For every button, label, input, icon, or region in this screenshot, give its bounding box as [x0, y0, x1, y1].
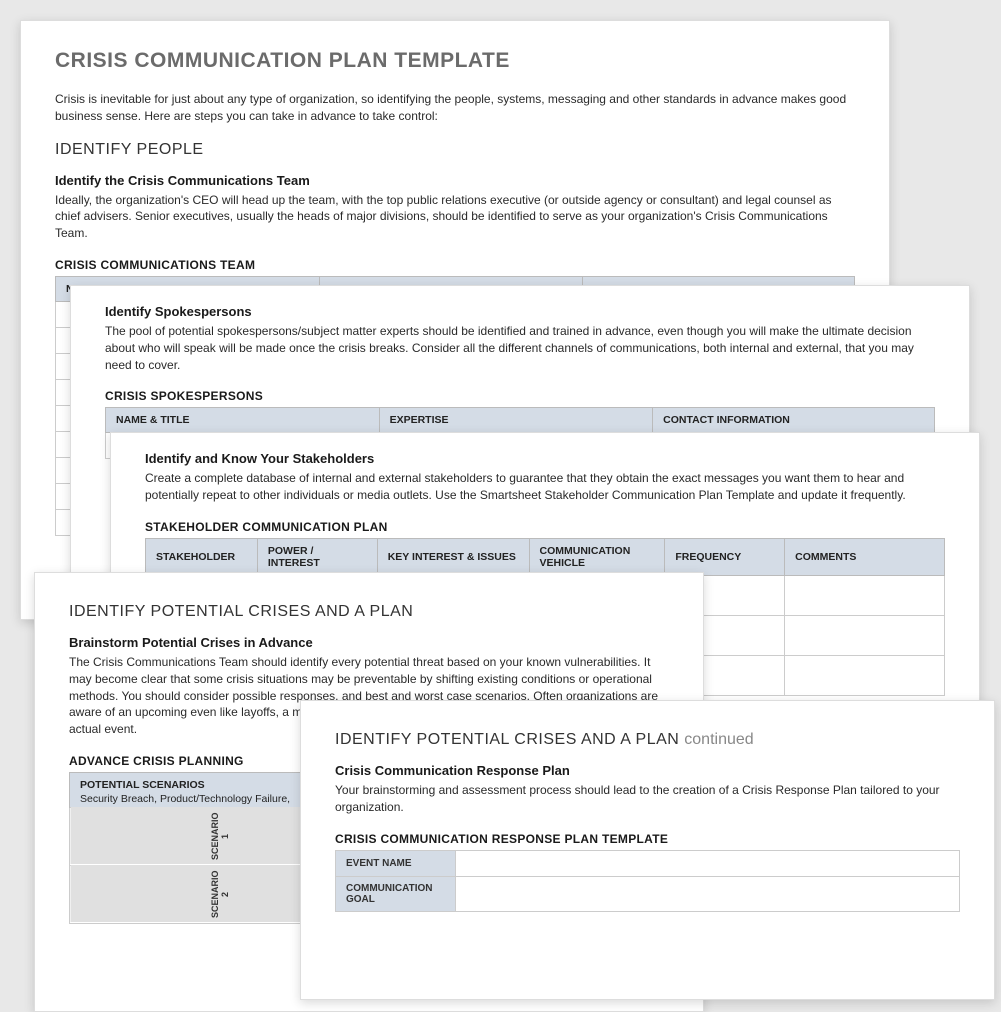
- sub-stakeholders: Identify and Know Your Stakeholders: [145, 451, 945, 466]
- row-comm-goal: COMMUNICATION GOAL: [336, 876, 456, 911]
- cell-comm-goal: [456, 876, 960, 911]
- cell-event-name: [456, 850, 960, 876]
- sub-identify-team: Identify the Crisis Communications Team: [55, 173, 855, 188]
- sub-response-plan: Crisis Communication Response Plan: [335, 763, 960, 778]
- section-identify-people: IDENTIFY PEOPLE: [55, 141, 855, 159]
- col-spoke-name: NAME & TITLE: [106, 408, 380, 433]
- table-label-spokespersons: CRISIS SPOKESPERSONS: [105, 389, 935, 403]
- row-event-name: EVENT NAME: [336, 850, 456, 876]
- intro-text: Crisis is inevitable for just about any …: [55, 91, 855, 125]
- section-potential-crises-cont: IDENTIFY POTENTIAL CRISES AND A PLAN con…: [335, 731, 960, 749]
- template-page-5: IDENTIFY POTENTIAL CRISES AND A PLAN con…: [300, 700, 995, 1000]
- body-spokespersons: The pool of potential spokespersons/subj…: [105, 323, 935, 373]
- table-label-team: CRISIS COMMUNICATIONS TEAM: [55, 258, 855, 272]
- col-comments: COMMENTS: [785, 538, 945, 575]
- body-response-plan: Your brainstorming and assessment proces…: [335, 782, 960, 816]
- sub-brainstorm: Brainstorm Potential Crises in Advance: [69, 635, 669, 650]
- document-title: CRISIS COMMUNICATION PLAN TEMPLATE: [55, 49, 855, 73]
- col-vehicle: COMMUNICATION VEHICLE: [529, 538, 665, 575]
- col-stakeholder: STAKEHOLDER: [146, 538, 258, 575]
- col-power: POWER / INTEREST: [257, 538, 377, 575]
- body-identify-team: Ideally, the organization's CEO will hea…: [55, 192, 855, 242]
- table-label-stakeholder: STAKEHOLDER COMMUNICATION PLAN: [145, 520, 945, 534]
- col-spoke-expertise: EXPERTISE: [379, 408, 653, 433]
- sub-identify-spokespersons: Identify Spokespersons: [105, 304, 935, 319]
- response-plan-table: EVENT NAME COMMUNICATION GOAL: [335, 850, 960, 912]
- col-interest: KEY INTEREST & ISSUES: [377, 538, 529, 575]
- col-frequency: FREQUENCY: [665, 538, 785, 575]
- col-spoke-contact: CONTACT INFORMATION: [653, 408, 935, 433]
- body-stakeholders: Create a complete database of internal a…: [145, 470, 945, 504]
- section-potential-crises: IDENTIFY POTENTIAL CRISES AND A PLAN: [69, 603, 669, 621]
- table-label-response-plan: CRISIS COMMUNICATION RESPONSE PLAN TEMPL…: [335, 832, 960, 846]
